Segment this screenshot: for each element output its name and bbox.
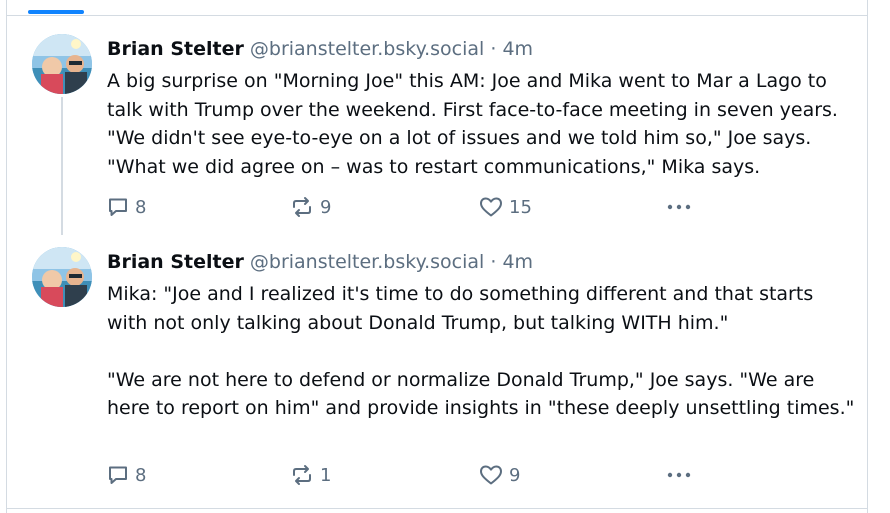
heart-icon: [479, 464, 503, 486]
avatar[interactable]: [32, 34, 92, 94]
post-header: Brian Stelter @brianstelter.bsky.social …: [107, 37, 533, 61]
feed-top-border: [6, 15, 868, 16]
repost-arrows-icon: [290, 196, 314, 218]
feed-left-border: [6, 0, 7, 513]
more-options-button[interactable]: [665, 462, 693, 488]
like-count: 9: [509, 464, 521, 486]
ellipsis-icon: [665, 464, 693, 486]
active-tab-indicator: [28, 10, 84, 14]
post-text: A big surprise on "Morning Joe" this AM:…: [107, 70, 845, 178]
repost-count: 9: [320, 196, 332, 218]
reply-button[interactable]: 8: [107, 462, 146, 488]
repost-count: 1: [320, 464, 332, 486]
repost-button[interactable]: 1: [290, 462, 331, 488]
author-name[interactable]: Brian Stelter: [107, 38, 244, 60]
reply-count: 8: [135, 464, 147, 486]
repost-arrows-icon: [290, 464, 314, 486]
repost-button[interactable]: 9: [290, 194, 331, 220]
post-timestamp[interactable]: 4m: [502, 38, 533, 60]
post-timestamp[interactable]: 4m: [502, 251, 533, 273]
reply-count: 8: [135, 196, 147, 218]
like-button[interactable]: 9: [479, 462, 520, 488]
thread-connector-line: [61, 97, 63, 235]
header-separator: ·: [490, 251, 497, 273]
more-options-button[interactable]: [665, 194, 693, 220]
reply-button[interactable]: 8: [107, 194, 146, 220]
ellipsis-icon: [665, 196, 693, 218]
like-button[interactable]: 15: [479, 194, 532, 220]
author-handle[interactable]: @brianstelter.bsky.social: [250, 251, 484, 273]
feed-bottom-border: [6, 508, 868, 509]
post-header: Brian Stelter @brianstelter.bsky.social …: [107, 250, 533, 274]
like-count: 15: [509, 196, 532, 218]
speech-bubble-icon: [107, 464, 129, 486]
heart-icon: [479, 196, 503, 218]
author-name[interactable]: Brian Stelter: [107, 251, 244, 273]
author-handle[interactable]: @brianstelter.bsky.social: [250, 38, 484, 60]
speech-bubble-icon: [107, 196, 129, 218]
post-text: Mika: "Joe and I realized it's time to d…: [107, 283, 855, 419]
feed-right-border: [867, 0, 868, 513]
header-separator: ·: [490, 38, 497, 60]
avatar[interactable]: [32, 247, 92, 307]
